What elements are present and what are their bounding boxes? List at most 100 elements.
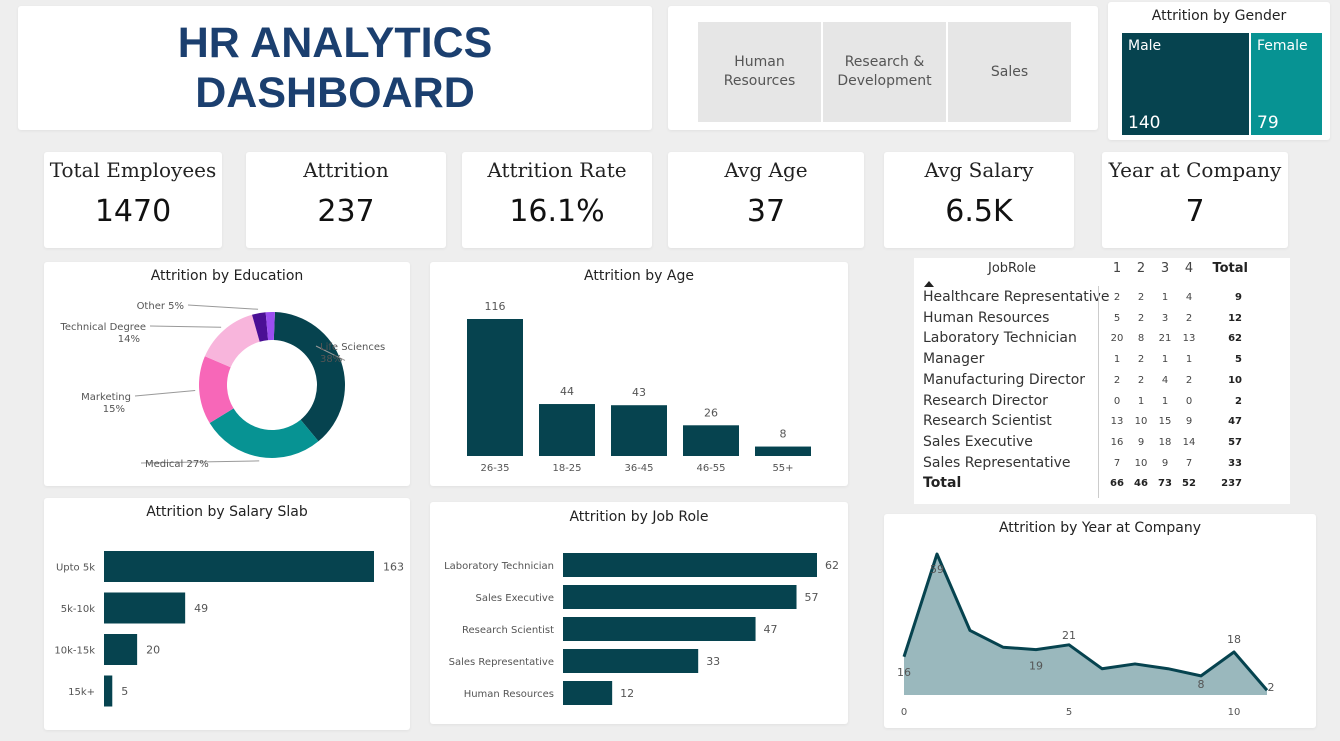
- bar-data-label: 33: [706, 655, 720, 668]
- bar-data-label: 47: [764, 623, 778, 636]
- donut-label: Technical Degree: [60, 322, 147, 333]
- jobrole-bar[interactable]: [563, 617, 756, 641]
- bar-category-label: 18-25: [552, 463, 581, 474]
- matrix-row: Manager 1 2 1 1 5: [914, 351, 1290, 372]
- age-bar[interactable]: [467, 319, 523, 456]
- age-bar[interactable]: [755, 446, 811, 456]
- slicer-human-resources[interactable]: Human Resources: [698, 22, 821, 122]
- x-tick-label: 5: [1066, 707, 1072, 718]
- matrix-cell: 66: [1110, 478, 1124, 490]
- point-data-label: 59: [930, 563, 944, 576]
- matrix-row-total: 9: [1235, 292, 1242, 303]
- kpi-value: 1470: [94, 194, 172, 229]
- slicer-label: Research & Development: [837, 54, 932, 89]
- x-tick-label: 0: [901, 707, 907, 718]
- slicer-research-development[interactable]: Research & Development: [823, 22, 946, 122]
- gender-value: 140: [1128, 113, 1161, 133]
- gender-female-block[interactable]: Female 79: [1251, 33, 1322, 135]
- jobrole-bar[interactable]: [563, 585, 797, 609]
- matrix-row-total: 47: [1228, 416, 1242, 428]
- donut-leader-line: [149, 325, 222, 328]
- donut-slice[interactable]: [209, 408, 319, 458]
- kpi-value: 37: [746, 194, 786, 229]
- matrix-row-name: Research Director: [923, 392, 1048, 409]
- point-data-label: 8: [1198, 678, 1205, 691]
- donut-slice[interactable]: [204, 314, 260, 368]
- kpi-value: 237: [317, 194, 375, 229]
- sort-caret-icon[interactable]: [923, 280, 935, 288]
- salary-bar[interactable]: [104, 675, 113, 707]
- matrix-cell: 2: [1137, 354, 1145, 366]
- matrix-row-total: 2: [1235, 395, 1242, 407]
- matrix-row-total: 12: [1228, 312, 1242, 324]
- slicer-sales[interactable]: Sales: [948, 22, 1071, 122]
- salary-bar[interactable]: [104, 551, 374, 582]
- matrix-row: Sales Representative 7 10 9 7 33: [914, 455, 1290, 476]
- bar-data-label: 44: [560, 385, 574, 398]
- kpi-total-employees: Total Employees 1470: [44, 152, 222, 248]
- area-fill: [904, 554, 1267, 695]
- age-bar[interactable]: [611, 405, 667, 456]
- matrix-cell: 0: [1185, 395, 1193, 407]
- matrix-row-total: 62: [1228, 333, 1242, 345]
- matrix-cell: 20: [1110, 333, 1124, 345]
- bar-category-label: Sales Executive: [476, 593, 554, 604]
- matrix-row-total: 57: [1228, 436, 1242, 448]
- donut-value-label: 38%: [320, 354, 342, 365]
- kpi-attrition-rate: Attrition Rate 16.1%: [462, 152, 652, 248]
- matrix-row-name: Laboratory Technician: [923, 330, 1077, 347]
- gender-treemap: Attrition by Gender Male 140 Female 79: [1108, 2, 1330, 140]
- kpi-value: 7: [1185, 194, 1205, 229]
- jobrole-chart: Attrition by Job Role Laboratory Technic…: [430, 502, 848, 724]
- point-data-label: 2: [1268, 681, 1275, 694]
- matrix-cell: 1: [1113, 354, 1121, 366]
- bar-category-label: 15k+: [68, 687, 95, 698]
- matrix-cell: 9: [1161, 457, 1169, 469]
- gender-title: Attrition by Gender: [1151, 8, 1287, 24]
- jobrole-matrix: JobRole 1 2 3 4 Total Healthcare Represe…: [914, 258, 1290, 504]
- title-card: HR ANALYTICS DASHBOARD: [18, 6, 652, 130]
- matrix-cell: 7: [1113, 457, 1121, 469]
- bar-data-label: 12: [620, 687, 634, 700]
- matrix-row: Healthcare Representative 2 2 1 4 9: [914, 289, 1290, 310]
- salary-bar-chart: Upto 5k 163 5k-10k 49 10k-15k 20 15k+ 5: [54, 551, 404, 707]
- donut-value-label: 15%: [103, 404, 125, 415]
- bar-category-label: Laboratory Technician: [444, 561, 554, 572]
- kpi-label: Year at Company: [1108, 158, 1282, 182]
- age-bar[interactable]: [539, 404, 595, 456]
- bar-category-label: 5k-10k: [61, 604, 95, 615]
- x-tick-label: 10: [1228, 707, 1241, 718]
- matrix-row-name: Human Resources: [923, 309, 1050, 326]
- jobrole-bar[interactable]: [563, 553, 817, 577]
- jobrole-bar[interactable]: [563, 649, 699, 673]
- donut-value-label: 14%: [118, 334, 140, 345]
- donut-slice[interactable]: [273, 312, 345, 442]
- matrix-cell: 4: [1161, 374, 1169, 386]
- age-bar[interactable]: [683, 425, 739, 456]
- kpi-value: 16.1%: [509, 194, 605, 229]
- bar-data-label: 5: [121, 685, 128, 698]
- matrix-cell: 4: [1185, 292, 1193, 303]
- salary-bar[interactable]: [104, 592, 186, 624]
- bar-data-label: 26: [704, 406, 718, 419]
- matrix-cell: 73: [1158, 478, 1172, 490]
- slicer-label: Sales: [990, 63, 1029, 80]
- salary-bar[interactable]: [104, 634, 138, 665]
- matrix-cell: 10: [1134, 457, 1148, 469]
- matrix-cell: 15: [1158, 416, 1172, 428]
- bar-data-label: 43: [632, 386, 646, 399]
- matrix-cell: 13: [1182, 333, 1196, 345]
- bar-category-label: 10k-15k: [54, 646, 95, 657]
- matrix-row: Sales Executive 16 9 18 14 57: [914, 434, 1290, 455]
- matrix-cell: 1: [1161, 292, 1169, 303]
- matrix-header-col: 1: [1112, 261, 1122, 276]
- bar-category-label: 46-55: [696, 463, 725, 474]
- kpi-avg-age: Avg Age 37: [668, 152, 864, 248]
- matrix-cell: 2: [1113, 374, 1121, 386]
- jobrole-bar[interactable]: [563, 681, 613, 705]
- gender-male-block[interactable]: Male 140: [1122, 33, 1249, 135]
- matrix-total-row: Total 66 46 73 52 237: [914, 475, 1290, 496]
- matrix-row-total: 5: [1235, 354, 1242, 366]
- education-donut: Life Sciences38% Medical 27% Marketing15% T…: [60, 301, 386, 470]
- matrix-row: Research Director 0 1 1 0 2: [914, 393, 1290, 414]
